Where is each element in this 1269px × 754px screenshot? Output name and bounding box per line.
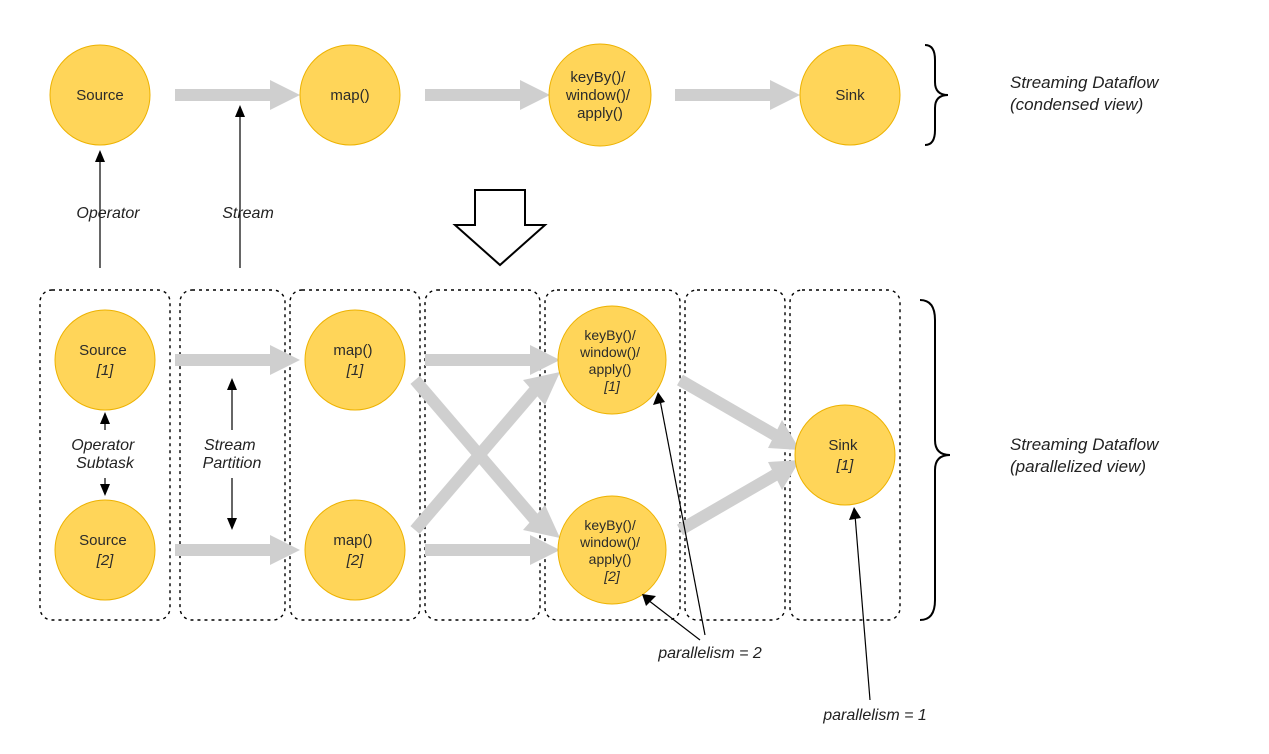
label-stream: Stream [222, 205, 274, 222]
node-keyby-1 [558, 306, 666, 414]
annotation-arrow-parallelism1 [855, 515, 870, 700]
node-map-label: map() [330, 87, 369, 104]
flow-arrow-head [270, 80, 300, 110]
node-map-1 [305, 310, 405, 410]
node-source-2 [55, 500, 155, 600]
flow-arrow [415, 390, 535, 530]
flow-arrow [680, 380, 775, 435]
node-source-label: Source [76, 87, 124, 104]
brace-bottom [920, 300, 950, 620]
flow-arrow-head [520, 80, 550, 110]
annotation-arrow-parallelism2 [648, 600, 700, 640]
node-source-1 [55, 310, 155, 410]
flow-arrow [415, 380, 535, 520]
flow-arrow [680, 475, 775, 530]
annotation-arrow-head [235, 105, 245, 117]
node-sink-label: Sink [835, 87, 865, 104]
label-condensed: Streaming Dataflow (condensed view) [1010, 73, 1163, 114]
flow-arrow-head [770, 80, 800, 110]
label-operator-subtask: Operator Subtask [71, 437, 139, 472]
partition-box-stream3 [685, 290, 785, 620]
dataflow-diagram: Source map() keyBy()/ window()/ apply() … [0, 0, 1269, 754]
expand-arrow-icon [455, 190, 545, 265]
label-parallelism-1: parallelism = 1 [822, 707, 927, 724]
label-parallel: Streaming Dataflow (parallelized view) [1010, 435, 1163, 476]
label-parallelism-2: parallelism = 2 [657, 645, 762, 662]
node-sink-1 [795, 405, 895, 505]
annotation-arrow-head [95, 150, 105, 162]
node-map-2 [305, 500, 405, 600]
label-stream-partition: Stream Partition [203, 437, 262, 472]
brace-top [925, 45, 948, 145]
label-operator-text: Operator [76, 205, 140, 222]
node-keyby-2 [558, 496, 666, 604]
